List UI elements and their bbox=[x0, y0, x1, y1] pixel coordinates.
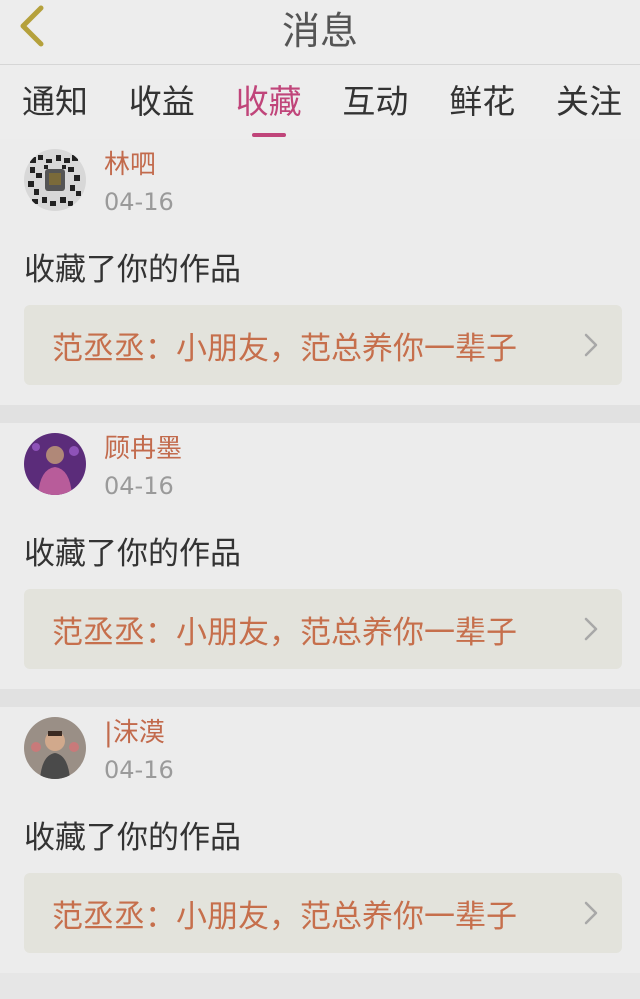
user-row: 顾冉墨 04-16 bbox=[24, 433, 622, 509]
divider bbox=[0, 689, 640, 707]
header-bar: 消息 bbox=[0, 0, 640, 65]
work-title: 范丞丞：小朋友，范总养你一辈子 bbox=[52, 614, 517, 651]
username[interactable]: 顾冉墨 bbox=[104, 433, 182, 465]
tab-favorites[interactable]: 收藏 bbox=[236, 75, 302, 137]
tab-flowers[interactable]: 鲜花 bbox=[449, 75, 515, 129]
work-link[interactable]: 范丞丞：小朋友，范总养你一辈子 bbox=[24, 305, 622, 385]
work-title: 范丞丞：小朋友，范总养你一辈子 bbox=[52, 898, 517, 935]
qr-avatar-icon bbox=[24, 149, 86, 211]
user-row: 林呬 04-16 bbox=[24, 149, 622, 225]
tab-bar: 通知 收益 收藏 互动 鲜花 关注 bbox=[0, 65, 640, 139]
notification-action: 收藏了你的作品 bbox=[24, 820, 241, 856]
avatar[interactable] bbox=[24, 433, 86, 495]
purple-stage-avatar-icon bbox=[24, 433, 86, 495]
page-title: 消息 bbox=[281, 8, 358, 53]
notification-item: 顾冉墨 04-16 收藏了你的作品 范丞丞：小朋友，范总养你一辈子 bbox=[0, 423, 640, 689]
notification-item: |沫漠 04-16 收藏了你的作品 范丞丞：小朋友，范总养你一辈子 bbox=[0, 707, 640, 973]
notification-date: 04-16 bbox=[104, 756, 174, 784]
notification-action: 收藏了你的作品 bbox=[24, 252, 241, 288]
notification-date: 04-16 bbox=[104, 472, 174, 500]
notification-action: 收藏了你的作品 bbox=[24, 536, 241, 572]
tab-follow[interactable]: 关注 bbox=[556, 75, 622, 129]
work-title: 范丞丞：小朋友，范总养你一辈子 bbox=[52, 330, 517, 367]
work-link[interactable]: 范丞丞：小朋友，范总养你一辈子 bbox=[24, 873, 622, 953]
tab-earnings[interactable]: 收益 bbox=[129, 75, 195, 129]
tab-interaction[interactable]: 互动 bbox=[342, 75, 408, 129]
avatar[interactable] bbox=[24, 717, 86, 779]
user-row: |沫漠 04-16 bbox=[24, 717, 622, 793]
username[interactable]: 林呬 bbox=[104, 149, 174, 181]
notification-date: 04-16 bbox=[104, 188, 174, 216]
chevron-right-icon bbox=[584, 333, 598, 357]
chevron-right-icon bbox=[584, 617, 598, 641]
child-avatar-icon bbox=[24, 717, 86, 779]
chevron-left-icon bbox=[20, 5, 44, 47]
divider bbox=[0, 405, 640, 423]
tab-notice[interactable]: 通知 bbox=[22, 75, 88, 129]
avatar[interactable] bbox=[24, 149, 86, 211]
back-button[interactable] bbox=[14, 4, 50, 48]
chevron-right-icon bbox=[584, 901, 598, 925]
work-link[interactable]: 范丞丞：小朋友，范总养你一辈子 bbox=[24, 589, 622, 669]
notification-item: 林呬 04-16 收藏了你的作品 范丞丞：小朋友，范总养你一辈子 bbox=[0, 139, 640, 405]
username[interactable]: |沫漠 bbox=[104, 717, 174, 749]
